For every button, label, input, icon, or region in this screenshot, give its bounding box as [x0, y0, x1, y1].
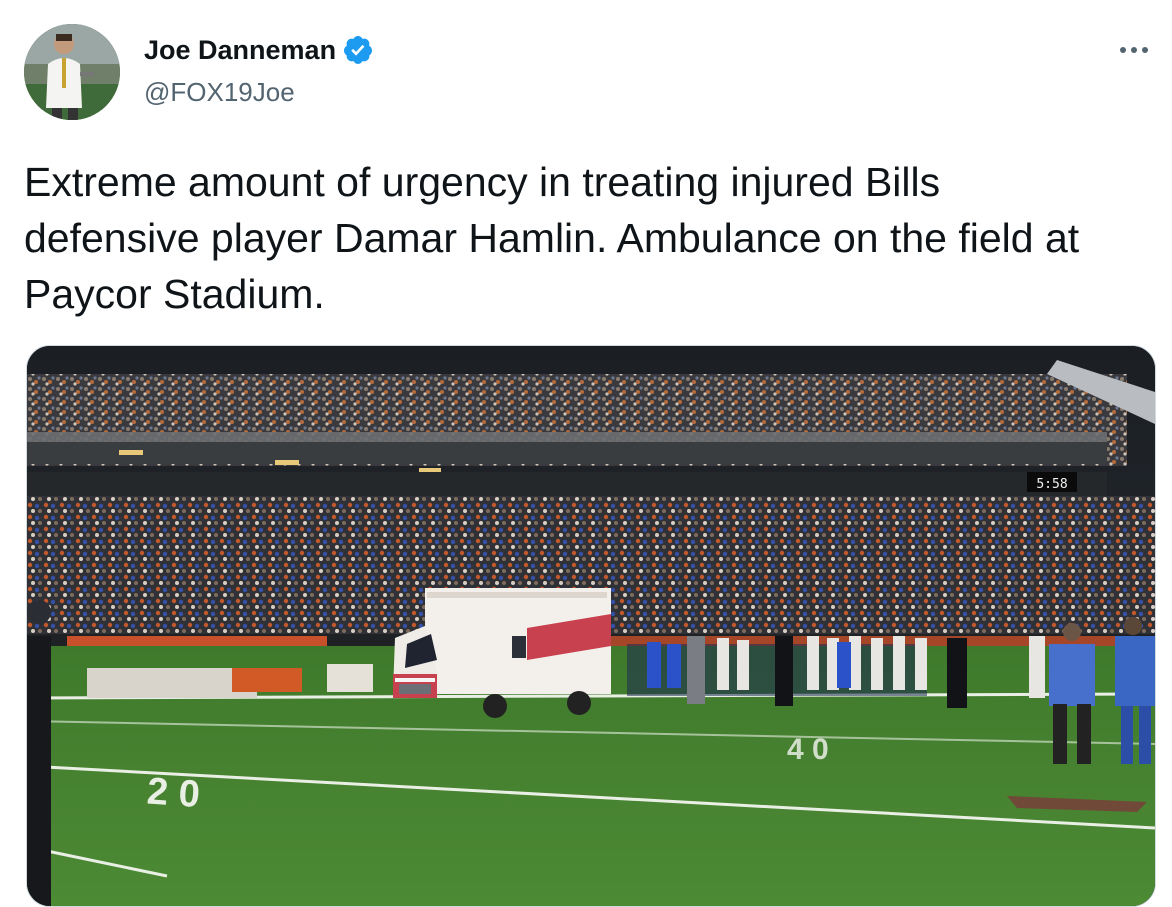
avatar-image: [24, 24, 120, 120]
more-horizontal-icon: [1120, 47, 1148, 53]
author-avatar[interactable]: [24, 24, 120, 120]
stadium-scene-image: 5:58 2 0 4 0: [27, 346, 1155, 906]
svg-text:4 0: 4 0: [787, 733, 829, 766]
svg-text:2 0: 2 0: [146, 770, 202, 816]
author-name-row[interactable]: Joe Danneman: [144, 30, 374, 70]
author-display-name[interactable]: Joe Danneman: [144, 30, 336, 70]
tweet-media-video[interactable]: 5:58 2 0 4 0: [26, 345, 1156, 907]
tweet: Joe Danneman @FOX19Joe Extreme amount of…: [0, 0, 1172, 907]
scoreboard-clock: 5:58: [1036, 477, 1067, 492]
verified-badge-icon: [342, 34, 374, 66]
tweet-text: Extreme amount of urgency in treating in…: [24, 159, 1080, 317]
author-handle[interactable]: @FOX19Joe: [144, 74, 295, 110]
more-options-button[interactable]: [1114, 34, 1154, 66]
